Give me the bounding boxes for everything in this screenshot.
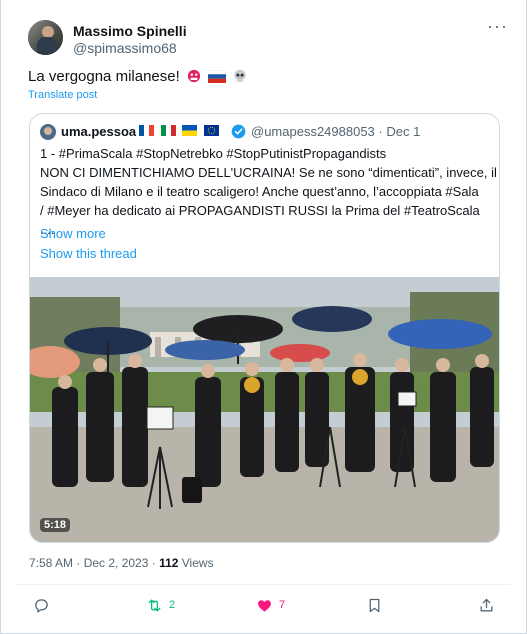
views-count: 112 — [159, 556, 179, 570]
eu-flag — [203, 125, 219, 136]
quoted-line: Sindaco di Milano e il teatro scaligero!… — [40, 184, 479, 199]
russia-flag-emoji — [208, 70, 227, 83]
quoted-line: / #Meyer ha dedicato ai PROPAGANDISTI RU… — [40, 203, 480, 218]
quoted-header: uma.pessoa @umapess24988053 · Dec 1 — [40, 124, 489, 142]
quoted-line: NON CI DIMENTICHIAMO DELL'UCRAINA! Se ne… — [40, 165, 497, 180]
quoted-author-avatar — [40, 124, 56, 140]
divider — [16, 584, 511, 585]
nervous-face-emoji — [187, 69, 201, 83]
more-horizontal-icon[interactable]: ··· — [487, 17, 507, 40]
video-duration: 5:18 — [40, 518, 71, 532]
video-thumbnail — [30, 277, 499, 542]
repost-count: 2 — [169, 599, 176, 611]
author-name[interactable]: Massimo Spinelli — [73, 23, 187, 39]
video-player[interactable]: 5:18 — [30, 277, 499, 542]
post-text-content: La vergogna milanese! — [28, 68, 180, 85]
france-flag — [139, 125, 154, 136]
share-button[interactable] — [478, 592, 495, 618]
verified-badge-icon — [231, 124, 246, 139]
skull-emoji — [234, 69, 246, 82]
quoted-author-name: uma.pessoa — [61, 124, 137, 139]
repost-icon — [148, 599, 161, 611]
quoted-text: 1 - #PrimaScala #StopNetrebko #StopPutin… — [40, 144, 497, 239]
quoted-line: 1 - #PrimaScala #StopNetrebko #StopPutin… — [40, 146, 387, 161]
action-bar: 2 7 — [28, 592, 499, 618]
italy-flag — [160, 125, 176, 136]
show-more-link[interactable]: Show more — [40, 226, 106, 241]
translate-post-link[interactable]: Translate post — [28, 89, 97, 101]
quoted-author-flags — [139, 125, 222, 139]
quoted-author-handle-date: @umapess24988053 · Dec 1 — [251, 124, 421, 139]
views-label: Views — [178, 556, 214, 570]
post-timestamp[interactable]: 7:58 AM · Dec 2, 2023 · — [29, 556, 159, 570]
share-icon — [480, 598, 493, 611]
ukraine-flag — [182, 125, 198, 136]
post-text: La vergogna milanese! — [28, 68, 248, 85]
author-handle[interactable]: @spimassimo68 — [73, 40, 177, 56]
bookmark-button[interactable] — [366, 592, 383, 618]
author-avatar[interactable] — [28, 20, 63, 55]
quoted-post[interactable]: uma.pessoa @umapess24988053 · Dec 1 1 - … — [29, 113, 500, 543]
reply-icon — [35, 598, 48, 613]
post-meta: 7:58 AM · Dec 2, 2023 · 112 Views — [29, 556, 214, 570]
reply-button[interactable] — [33, 592, 56, 618]
like-button[interactable]: 7 — [256, 592, 285, 618]
like-count: 7 — [279, 599, 286, 611]
post-header: Massimo Spinelli @spimassimo68 ··· — [16, 17, 511, 58]
bookmark-icon — [369, 598, 380, 612]
heart-icon — [258, 599, 271, 612]
show-thread-link[interactable]: Show this thread — [40, 246, 137, 261]
repost-button[interactable]: 2 — [146, 592, 175, 618]
quoted-line: .... — [40, 222, 55, 237]
